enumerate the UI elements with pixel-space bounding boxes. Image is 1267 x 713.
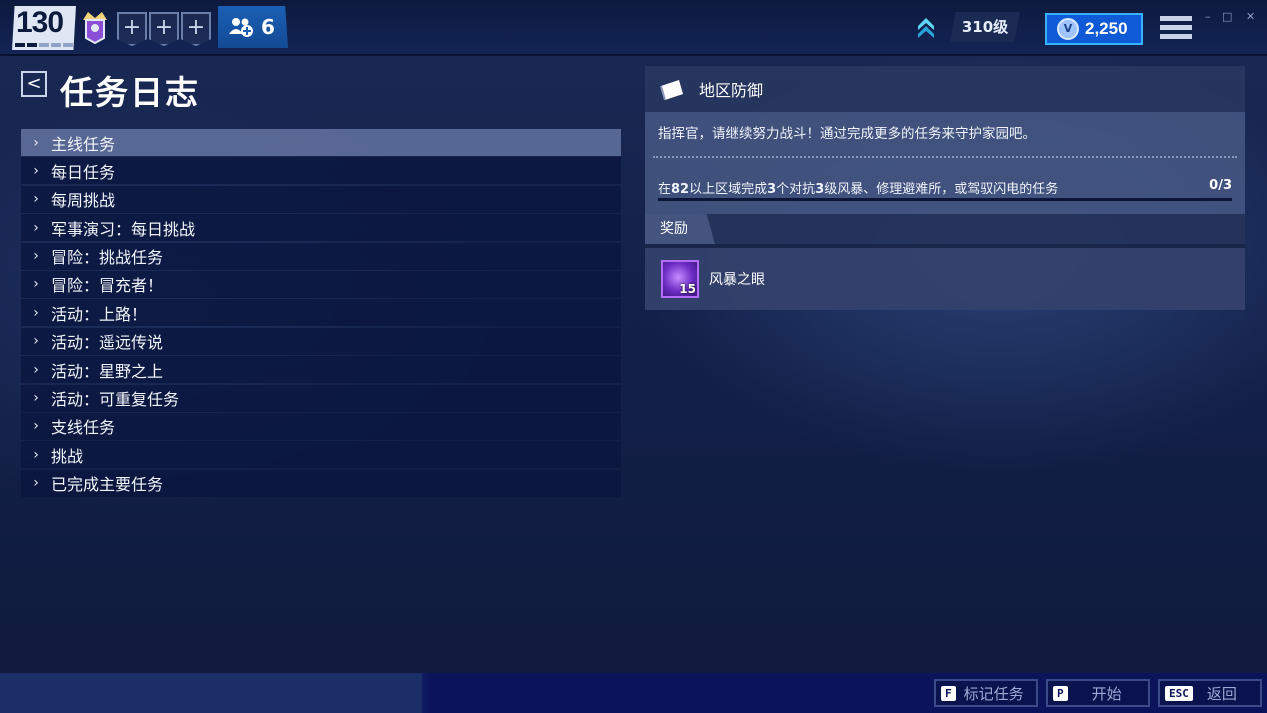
party-slot-add-button[interactable]: + (117, 12, 147, 46)
quest-title: 地区防御 (699, 81, 764, 100)
quest-detail-header: 地区防御 (645, 66, 1245, 112)
chevron-right-icon: › (33, 418, 39, 435)
reward-item[interactable]: 15 风暴之眼 (645, 244, 1245, 310)
quest-category-label: 支线任务 (51, 418, 116, 438)
quest-category-item[interactable]: › 主线任务 (21, 129, 621, 156)
keycap-p: P (1053, 685, 1068, 701)
chevron-right-icon: › (33, 162, 39, 179)
quest-category-item[interactable]: › 活动：可重复任务 (21, 384, 621, 412)
quest-category-label: 挑战 (51, 446, 84, 466)
quest-category-item[interactable]: › 军事演习：每日挑战 (21, 214, 621, 242)
chevron-right-icon: › (33, 333, 39, 350)
friends-button[interactable]: 6 (218, 6, 288, 48)
keycap-esc: ESC (1165, 685, 1193, 701)
maximize-button[interactable]: □ (1222, 10, 1232, 23)
objective-progress: 0/3 (1209, 178, 1232, 193)
vbucks-icon: V (1057, 18, 1079, 40)
quest-category-item[interactable]: › 冒险：冒充者！ (21, 270, 621, 298)
back-button[interactable]: < (21, 71, 47, 97)
quest-category-label: 军事演习：每日挑战 (51, 219, 196, 239)
reward-count: 15 (679, 282, 696, 296)
quest-category-item[interactable]: › 活动：遥远传说 (21, 327, 621, 355)
bottom-bar: F 标记任务 P 开始 ESC 返回 (0, 673, 1267, 713)
objective-progress-bar (658, 198, 1232, 201)
party-slot-add-button[interactable]: + (181, 12, 211, 46)
quest-card-icon (660, 80, 683, 100)
friends-add-icon (229, 18, 253, 37)
quest-category-item[interactable]: › 活动：星野之上 (21, 356, 621, 384)
page-title: 任务日志 (60, 73, 200, 112)
party-slot-add-button[interactable]: + (149, 12, 179, 46)
objective-text: 级风暴、修理避难所，或驾驭闪电的任务 (824, 182, 1059, 197)
quest-objective: 在82以上区域完成3个对抗3级风暴、修理避难所，或驾驭闪电的任务 (658, 178, 1058, 197)
quest-category-label: 冒险：挑战任务 (51, 248, 164, 268)
quest-category-item[interactable]: › 冒险：挑战任务 (21, 242, 621, 270)
chevron-right-icon: › (33, 248, 39, 265)
level-progress-pips (15, 43, 73, 47)
vbucks-amount: 2,250 (1085, 19, 1128, 38)
chevron-right-icon: › (33, 304, 39, 321)
mark-quest-button[interactable]: F 标记任务 (934, 679, 1038, 707)
quest-detail-panel: 地区防御 指挥官，请继续努力战斗！通过完成更多的任务来守护家园吧。 在82以上区… (645, 66, 1245, 310)
friends-count: 6 (261, 15, 275, 39)
objective-storm-level: 3 (815, 182, 825, 197)
objective-level: 82 (671, 182, 690, 197)
chevron-right-icon: › (33, 134, 39, 151)
quest-category-label: 活动：星野之上 (51, 361, 164, 381)
quest-category-label: 已完成主要任务 (51, 475, 164, 495)
hint-label: 返回 (1206, 684, 1237, 703)
reward-name: 风暴之眼 (709, 272, 765, 288)
start-button[interactable]: P 开始 (1046, 679, 1150, 707)
storm-eye-icon: 15 (661, 260, 699, 298)
crown-icon[interactable] (80, 8, 110, 44)
rewards-header: 奖励 (645, 214, 1245, 244)
quest-category-label: 活动：遥远传说 (51, 333, 164, 353)
quest-category-item[interactable]: › 每周挑战 (21, 185, 621, 213)
account-level: 310级 (950, 12, 1020, 42)
quest-category-label: 主线任务 (51, 134, 116, 154)
chevron-right-icon: › (33, 446, 39, 463)
quest-category-list: › 主线任务 › 每日任务 › 每周挑战 › 军事演习：每日挑战 › 冒险：挑战任务 › 冒… (21, 129, 621, 498)
quest-detail-body: 指挥官，请继续努力战斗！通过完成更多的任务来守护家园吧。 在82以上区域完成3个… (645, 112, 1245, 214)
quest-category-item[interactable]: › 挑战 (21, 441, 621, 469)
quest-category-label: 每日任务 (51, 162, 116, 182)
close-button[interactable]: ✕ (1246, 10, 1255, 23)
season-level-number: 130 (16, 6, 64, 39)
rewards-label: 奖励 (645, 214, 715, 244)
objective-text: 个对抗 (776, 182, 816, 197)
objective-text: 在 (658, 182, 672, 197)
quest-category-item[interactable]: › 活动：上路！ (21, 299, 621, 327)
quest-category-item[interactable]: › 每日任务 (21, 157, 621, 185)
chevron-right-icon: › (33, 219, 39, 236)
vbucks-balance[interactable]: V 2,250 (1045, 13, 1143, 45)
main-menu-button[interactable] (1160, 16, 1192, 42)
quest-description: 指挥官，请继续努力战斗！通过完成更多的任务来守护家园吧。 (658, 126, 1036, 142)
quest-category-label: 活动：上路！ (51, 304, 148, 324)
top-bar: 130 + + + 6 310级 V 2,250 – □ ✕ (0, 0, 1267, 56)
hint-label: 标记任务 (963, 684, 1024, 703)
quest-category-item[interactable]: › 已完成主要任务 (21, 469, 621, 497)
keycap-f: F (941, 685, 956, 701)
chevron-right-icon: › (33, 191, 39, 208)
quest-category-label: 每周挑战 (51, 191, 116, 211)
season-level-badge[interactable]: 130 (12, 6, 76, 50)
quest-category-item[interactable]: › 支线任务 (21, 412, 621, 440)
quest-category-label: 活动：可重复任务 (51, 390, 180, 410)
chevron-right-icon: › (33, 390, 39, 407)
battle-pass-chevron-icon (918, 18, 934, 38)
hint-label: 开始 (1091, 684, 1122, 703)
return-button[interactable]: ESC 返回 (1158, 679, 1262, 707)
objective-text: 以上区域完成 (689, 182, 768, 197)
chevron-right-icon: › (33, 276, 39, 293)
chevron-right-icon: › (33, 475, 39, 492)
minimize-button[interactable]: – (1205, 10, 1211, 23)
objective-count: 3 (767, 182, 777, 197)
bottom-strip (0, 673, 422, 713)
quest-category-label: 冒险：冒充者！ (51, 276, 164, 296)
chevron-right-icon: › (33, 361, 39, 378)
divider (653, 156, 1237, 158)
